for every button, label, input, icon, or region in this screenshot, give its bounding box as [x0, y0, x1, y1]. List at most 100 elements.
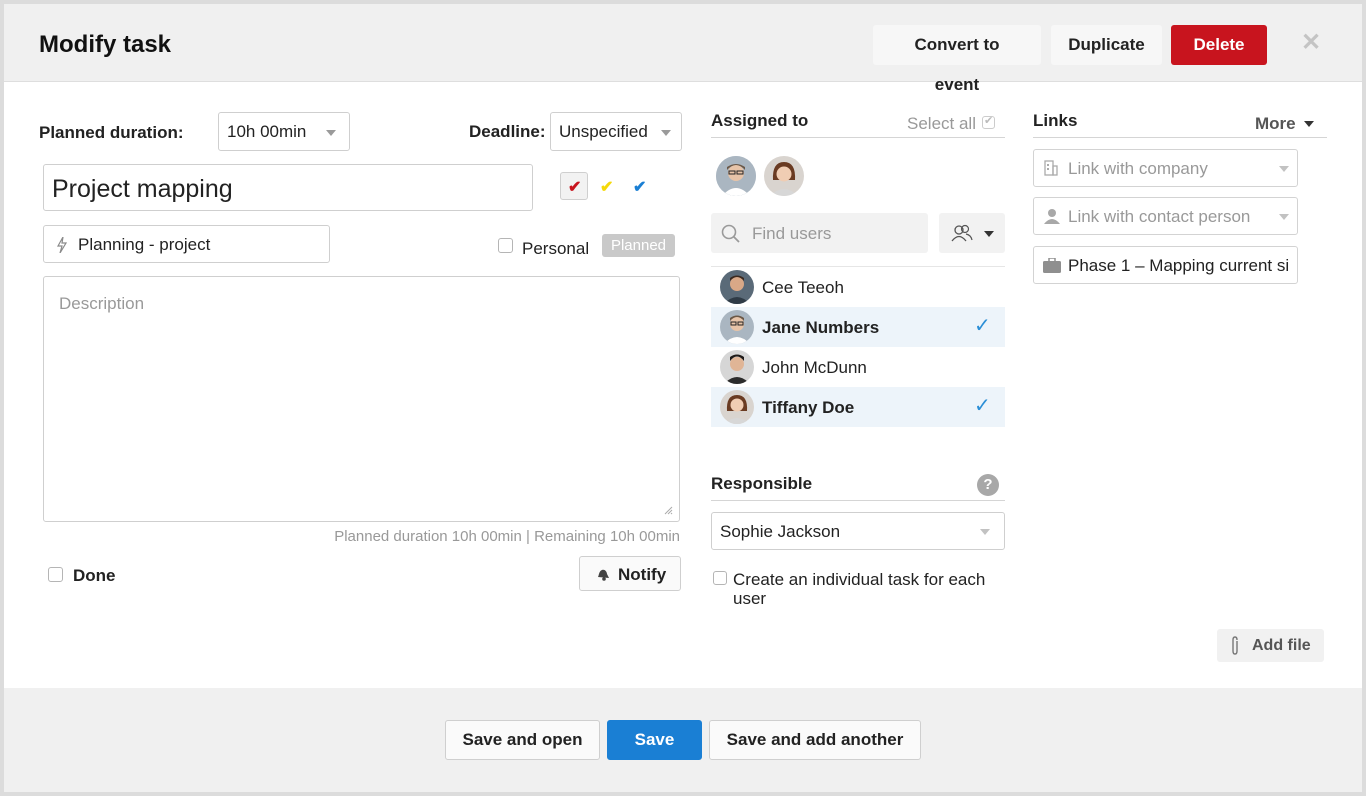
- assigned-to-title: Assigned to: [711, 111, 809, 130]
- divider: [711, 137, 1005, 138]
- project-select[interactable]: Planning - project: [43, 225, 330, 263]
- chevron-down-icon: [984, 231, 994, 237]
- user-avatar: [720, 310, 754, 344]
- check-icon: ✓: [974, 315, 991, 337]
- project-value: Planning - project: [78, 235, 211, 254]
- check-icon: ✓: [974, 395, 991, 417]
- user-list-item[interactable]: Tiffany Doe ✓: [711, 387, 1005, 427]
- chevron-down-icon: [980, 529, 990, 535]
- link-project-field[interactable]: Phase 1 – Mapping current si: [1033, 246, 1298, 284]
- user-avatar: [720, 270, 754, 304]
- select-all-checkbox[interactable]: ✔: [982, 115, 995, 129]
- deadline-value: Unspecified: [559, 122, 648, 141]
- more-label: More: [1255, 114, 1296, 133]
- user-name: Cee Teeoh: [762, 278, 844, 297]
- responsible-value: Sophie Jackson: [720, 522, 841, 541]
- deadline-select[interactable]: Unspecified: [550, 112, 682, 151]
- chevron-down-icon[interactable]: [1304, 121, 1314, 127]
- user-photo-icon: [764, 156, 804, 196]
- user-photo-icon: [720, 270, 754, 304]
- duration-summary: Planned duration 10h 00min | Remaining 1…: [334, 528, 680, 545]
- add-file-button[interactable]: Add file: [1217, 629, 1324, 662]
- chevron-down-icon: [661, 130, 671, 136]
- close-icon[interactable]: ✕: [1301, 28, 1321, 57]
- user-name: Jane Numbers: [762, 318, 880, 337]
- check-icon: ✔: [984, 115, 994, 127]
- personal-checkbox[interactable]: [498, 238, 513, 253]
- save-button[interactable]: Save: [607, 720, 702, 760]
- individual-task-label: Create an individual task for each user: [733, 570, 985, 608]
- user-photo-icon: [716, 156, 756, 196]
- status-badge: Planned: [602, 234, 675, 257]
- search-icon: [721, 224, 740, 243]
- notify-label: Notify: [618, 565, 667, 584]
- responsible-title: Responsible: [711, 474, 813, 493]
- planned-duration-value: 10h 00min: [227, 122, 307, 141]
- description-textarea[interactable]: Description: [43, 276, 680, 522]
- done-checkbox[interactable]: [48, 567, 63, 582]
- dialog-title: Modify task: [39, 31, 172, 58]
- user-photo-icon: [720, 310, 754, 344]
- link-company-select[interactable]: Link with company: [1033, 149, 1298, 187]
- users-group-icon: [951, 224, 973, 242]
- check-icon: ✔: [568, 179, 582, 196]
- more-dropdown[interactable]: More: [1255, 114, 1296, 134]
- deadline-label: Deadline:: [469, 122, 546, 141]
- task-name-value: Project mapping: [52, 175, 233, 203]
- individual-task-label-line: user: [733, 589, 767, 608]
- links-title: Links: [1033, 111, 1078, 130]
- chevron-down-icon: [326, 130, 336, 136]
- user-groups-dropdown[interactable]: [939, 213, 1005, 253]
- user-list-item[interactable]: Cee Teeoh: [711, 267, 1005, 307]
- duplicate-button[interactable]: Duplicate: [1051, 25, 1162, 65]
- building-icon: [1044, 160, 1058, 176]
- user-photo-icon: [720, 390, 754, 424]
- individual-task-checkbox[interactable]: [713, 571, 727, 585]
- add-file-label: Add file: [1252, 637, 1311, 654]
- save-and-open-button[interactable]: Save and open: [445, 720, 600, 760]
- divider: [1033, 137, 1327, 138]
- color-swatch-red[interactable]: ✔: [560, 172, 588, 200]
- select-all-label[interactable]: Select all: [907, 114, 976, 134]
- chevron-down-icon: [1279, 166, 1289, 172]
- briefcase-icon: [1043, 258, 1061, 273]
- divider: [711, 500, 1005, 501]
- notify-button[interactable]: Notify: [579, 556, 681, 591]
- link-contact-select[interactable]: Link with contact person: [1033, 197, 1298, 235]
- selected-user-avatar[interactable]: [716, 156, 756, 196]
- user-avatar: [720, 350, 754, 384]
- description-placeholder: Description: [59, 294, 145, 313]
- dialog-footer: Save and open Save Save and add another: [4, 688, 1362, 792]
- lightning-icon: [57, 237, 67, 253]
- planned-duration-label: Planned duration:: [39, 123, 184, 142]
- task-name-input[interactable]: Project mapping: [43, 164, 533, 211]
- help-icon[interactable]: ?: [977, 474, 999, 496]
- resize-handle-icon[interactable]: [663, 505, 673, 515]
- color-swatch-yellow[interactable]: ✔: [600, 177, 613, 197]
- individual-task-label-line: Create an individual task for each: [733, 570, 986, 589]
- modify-task-dialog: Modify task Convert to event Duplicate D…: [4, 4, 1362, 792]
- person-icon: [1044, 209, 1060, 224]
- find-users-placeholder: Find users: [752, 224, 832, 243]
- color-swatch-blue[interactable]: ✔: [633, 177, 646, 197]
- paperclip-icon: [1232, 636, 1238, 655]
- user-name: Tiffany Doe: [762, 398, 855, 417]
- find-users-input[interactable]: Find users: [711, 213, 928, 253]
- personal-label: Personal: [522, 239, 590, 258]
- convert-to-event-button[interactable]: Convert to event: [873, 25, 1041, 94]
- user-list-item[interactable]: Jane Numbers ✓: [711, 307, 1005, 347]
- bell-icon: [598, 569, 609, 581]
- responsible-select[interactable]: Sophie Jackson: [711, 512, 1005, 550]
- link-contact-placeholder: Link with contact person: [1068, 207, 1251, 226]
- user-list-item[interactable]: John McDunn: [711, 347, 1005, 387]
- planned-duration-select[interactable]: 10h 00min: [218, 112, 350, 151]
- selected-user-avatar[interactable]: [764, 156, 804, 196]
- done-label: Done: [73, 566, 116, 585]
- link-company-placeholder: Link with company: [1068, 159, 1208, 178]
- link-project-value: Phase 1 – Mapping current si: [1068, 256, 1290, 275]
- chevron-down-icon: [1279, 214, 1289, 220]
- delete-button[interactable]: Delete: [1171, 25, 1267, 65]
- dialog-header: Modify task Convert to event Duplicate D…: [4, 4, 1362, 94]
- user-avatar: [720, 390, 754, 424]
- save-and-add-another-button[interactable]: Save and add another: [709, 720, 921, 760]
